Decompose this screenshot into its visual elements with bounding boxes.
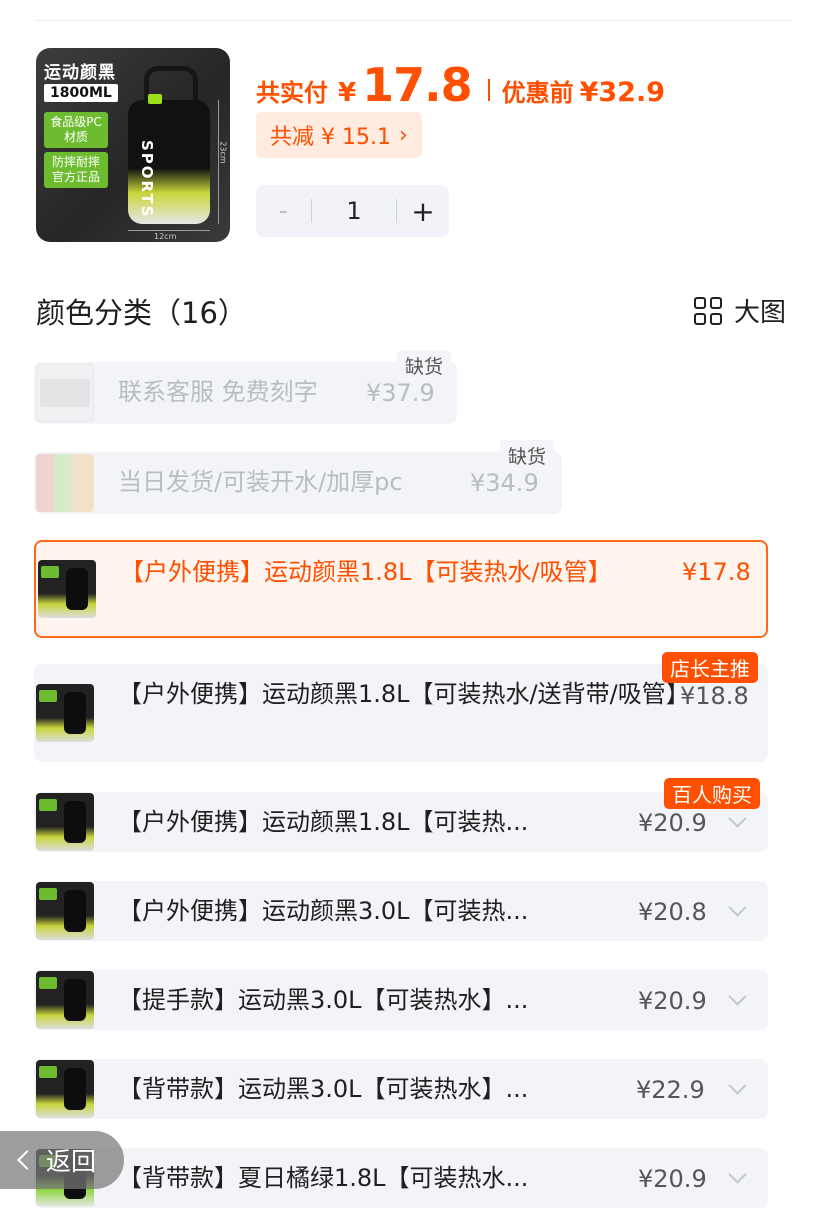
variant-price: ¥20.9	[638, 987, 707, 1015]
width-dimension-line	[128, 230, 210, 231]
variant-option[interactable]: 当日发货/可装开水/加厚pc ¥34.9	[34, 452, 562, 514]
height-dimension-label: 23cm	[218, 141, 228, 164]
discount-detail-button[interactable]: 共减 ¥ 15.1 ›	[256, 112, 422, 158]
decrease-button[interactable]: -	[256, 196, 311, 226]
variant-label: 【户外便携】运动颜黑1.8L【可装热水/吸管】	[120, 558, 612, 586]
variant-price: ¥18.8	[680, 682, 749, 710]
variant-label: 【户外便携】运动颜黑1.8L【可装热...	[118, 808, 529, 836]
paid-label: 共实付	[256, 79, 328, 107]
chevron-right-icon: ›	[398, 122, 408, 148]
chevron-down-icon[interactable]	[728, 809, 747, 828]
variant-option[interactable]: 【户外便携】运动颜黑1.8L【可装热水/送背带/吸管】 ¥18.8	[34, 664, 768, 762]
variant-option[interactable]: 【提手款】运动黑3.0L【可装热水】... ¥20.9	[34, 970, 768, 1030]
variant-price: ¥34.9	[470, 469, 539, 497]
width-dimension-label: 12cm	[154, 232, 177, 241]
variant-thumbnail	[38, 560, 96, 618]
chevron-down-icon[interactable]	[728, 1165, 747, 1184]
currency-symbol: ¥	[338, 78, 357, 108]
thumb-tag-material: 食品级PC材质	[44, 112, 108, 148]
bottle-brand-text: SPORTS	[138, 140, 156, 219]
chevron-down-icon[interactable]	[728, 987, 747, 1006]
popular-badge: 百人购买	[664, 778, 760, 809]
grid-icon	[693, 296, 722, 325]
variant-option-selected[interactable]: 【户外便携】运动颜黑1.8L【可装热水/吸管】 ¥17.8	[34, 540, 768, 638]
variant-option[interactable]: 【背带款】夏日橘绿1.8L【可装热水... ¥20.9	[34, 1148, 768, 1208]
discount-text: 共减 ¥ 15.1	[270, 125, 391, 150]
sold-out-badge: 缺货	[397, 350, 452, 381]
color-category-title: 颜色分类（16）	[36, 296, 247, 330]
chevron-down-icon[interactable]	[728, 1076, 747, 1095]
variant-price: ¥20.8	[638, 898, 707, 926]
variant-price: ¥17.8	[682, 558, 751, 586]
quantity-value[interactable]: 1	[312, 197, 396, 225]
increase-button[interactable]: +	[397, 195, 449, 228]
chevron-down-icon[interactable]	[728, 898, 747, 917]
variant-label: 【提手款】运动黑3.0L【可装热水】...	[118, 986, 529, 1014]
back-label: 返回	[46, 1147, 97, 1176]
variant-option[interactable]: 【背带款】运动黑3.0L【可装热水】... ¥22.9	[34, 1059, 768, 1119]
variant-option[interactable]: 【户外便携】运动颜黑3.0L【可装热... ¥20.8	[34, 881, 768, 941]
price-separator	[487, 79, 490, 101]
product-thumbnail[interactable]: 运动颜黑 1800ML 食品级PC材质 防摔耐摔官方正品 SPORTS 23cm…	[36, 48, 230, 242]
variant-label: 【户外便携】运动颜黑1.8L【可装热水/送背带/吸管】	[118, 680, 678, 708]
price-row: 共实付 ¥ 17.8 优惠前 ¥32.9	[256, 58, 665, 112]
back-button[interactable]: 返回	[0, 1131, 124, 1189]
variant-thumbnail	[36, 454, 94, 512]
thumb-title: 运动颜黑	[44, 63, 116, 83]
variant-option[interactable]: 【户外便携】运动颜黑1.8L【可装热... ¥20.9	[34, 792, 768, 852]
variant-price: ¥37.9	[366, 379, 435, 407]
thumb-tag-quality: 防摔耐摔官方正品	[44, 152, 108, 188]
variant-option[interactable]: 联系客服 免费刻字 ¥37.9	[34, 362, 457, 424]
original-price-label: 优惠前	[501, 79, 574, 107]
large-view-label: 大图	[733, 298, 786, 328]
variant-thumbnail	[36, 684, 94, 742]
variant-label: 【背带款】运动黑3.0L【可装热水】...	[118, 1075, 529, 1103]
variant-price: ¥22.9	[636, 1076, 705, 1104]
large-view-toggle[interactable]: 大图	[693, 292, 786, 329]
quantity-stepper: - 1 +	[256, 185, 449, 237]
original-price: ¥32.9	[579, 77, 665, 108]
bottle-lid-accent	[148, 94, 162, 104]
variant-label: 当日发货/可装开水/加厚pc	[118, 468, 403, 496]
thumb-capacity: 1800ML	[44, 84, 118, 102]
variant-thumbnail	[36, 364, 94, 422]
sold-out-badge: 缺货	[500, 440, 555, 471]
top-divider	[36, 20, 792, 21]
recommend-badge: 店长主推	[662, 652, 758, 683]
variant-label: 【户外便携】运动颜黑3.0L【可装热...	[118, 897, 529, 925]
variant-thumbnail	[36, 971, 94, 1029]
variant-thumbnail	[36, 1060, 94, 1118]
paid-price: 17.8	[362, 58, 472, 112]
variant-label: 【背带款】夏日橘绿1.8L【可装热水...	[118, 1164, 529, 1192]
variant-label: 联系客服 免费刻字	[118, 378, 318, 406]
variant-price: ¥20.9	[638, 809, 707, 837]
variant-price: ¥20.9	[638, 1165, 707, 1193]
variant-thumbnail	[36, 793, 94, 851]
chevron-left-icon	[17, 1150, 37, 1170]
variant-thumbnail	[36, 882, 94, 940]
